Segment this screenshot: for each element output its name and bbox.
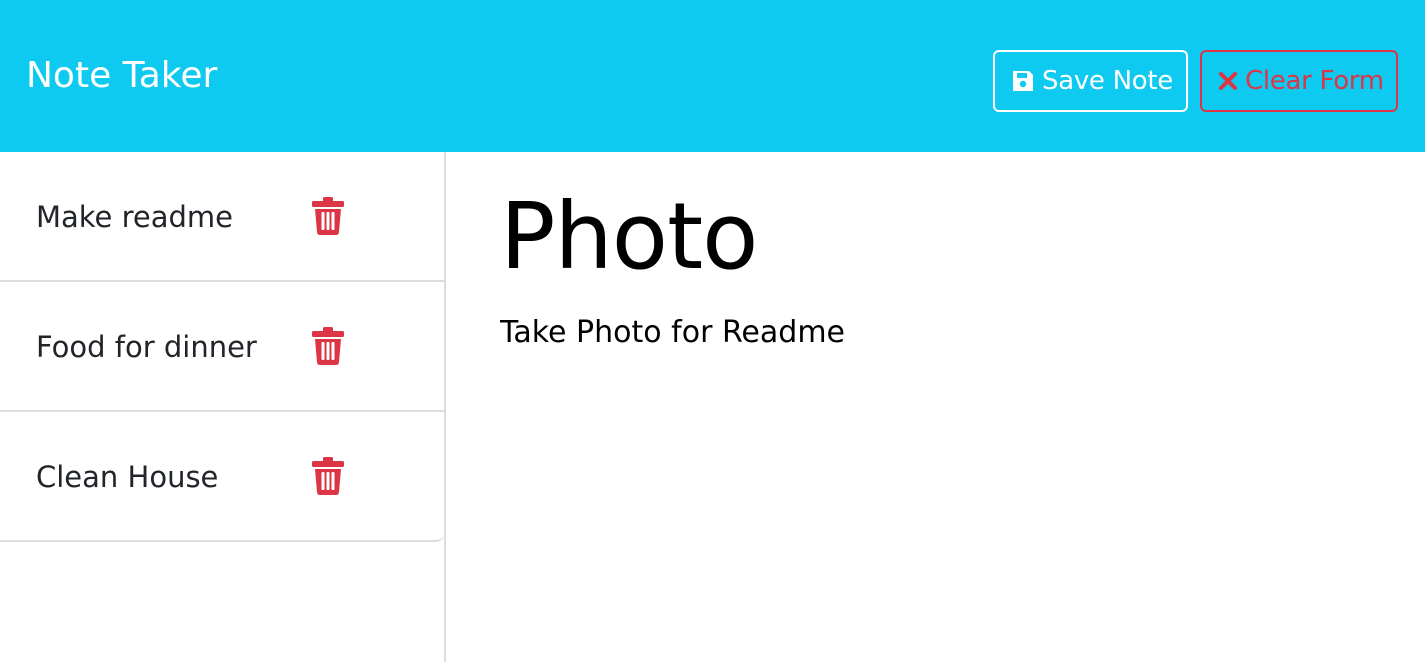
trash-icon[interactable]: [312, 457, 344, 495]
note-list: Make readme Food for dinner Clean House: [0, 152, 444, 542]
list-item[interactable]: Clean House: [0, 412, 444, 540]
note-title: Make readme: [36, 200, 234, 234]
note-editor: Take Photo for Readme: [446, 152, 1425, 662]
clear-form-label: Clear Form: [1245, 66, 1384, 96]
app-brand[interactable]: Note Taker: [26, 52, 217, 100]
note-title-field[interactable]: [500, 182, 1380, 292]
list-item[interactable]: Food for dinner: [0, 282, 444, 412]
note-title: Clean House: [36, 460, 219, 494]
notes-sidebar: Make readme Food for dinner Clean House: [0, 152, 446, 662]
list-item[interactable]: Make readme: [0, 152, 444, 282]
trash-icon[interactable]: [312, 197, 344, 235]
floppy-disk-icon: [1011, 69, 1035, 93]
x-mark-icon: [1218, 71, 1238, 91]
trash-icon[interactable]: [312, 327, 344, 365]
save-note-button[interactable]: Save Note: [993, 50, 1188, 112]
clear-form-button[interactable]: Clear Form: [1200, 50, 1398, 112]
save-note-label: Save Note: [1042, 66, 1173, 96]
navbar: Note Taker Save Note Clear Form: [0, 0, 1425, 152]
note-text-area[interactable]: Take Photo for Readme: [500, 312, 1380, 612]
note-title: Food for dinner: [36, 330, 257, 364]
